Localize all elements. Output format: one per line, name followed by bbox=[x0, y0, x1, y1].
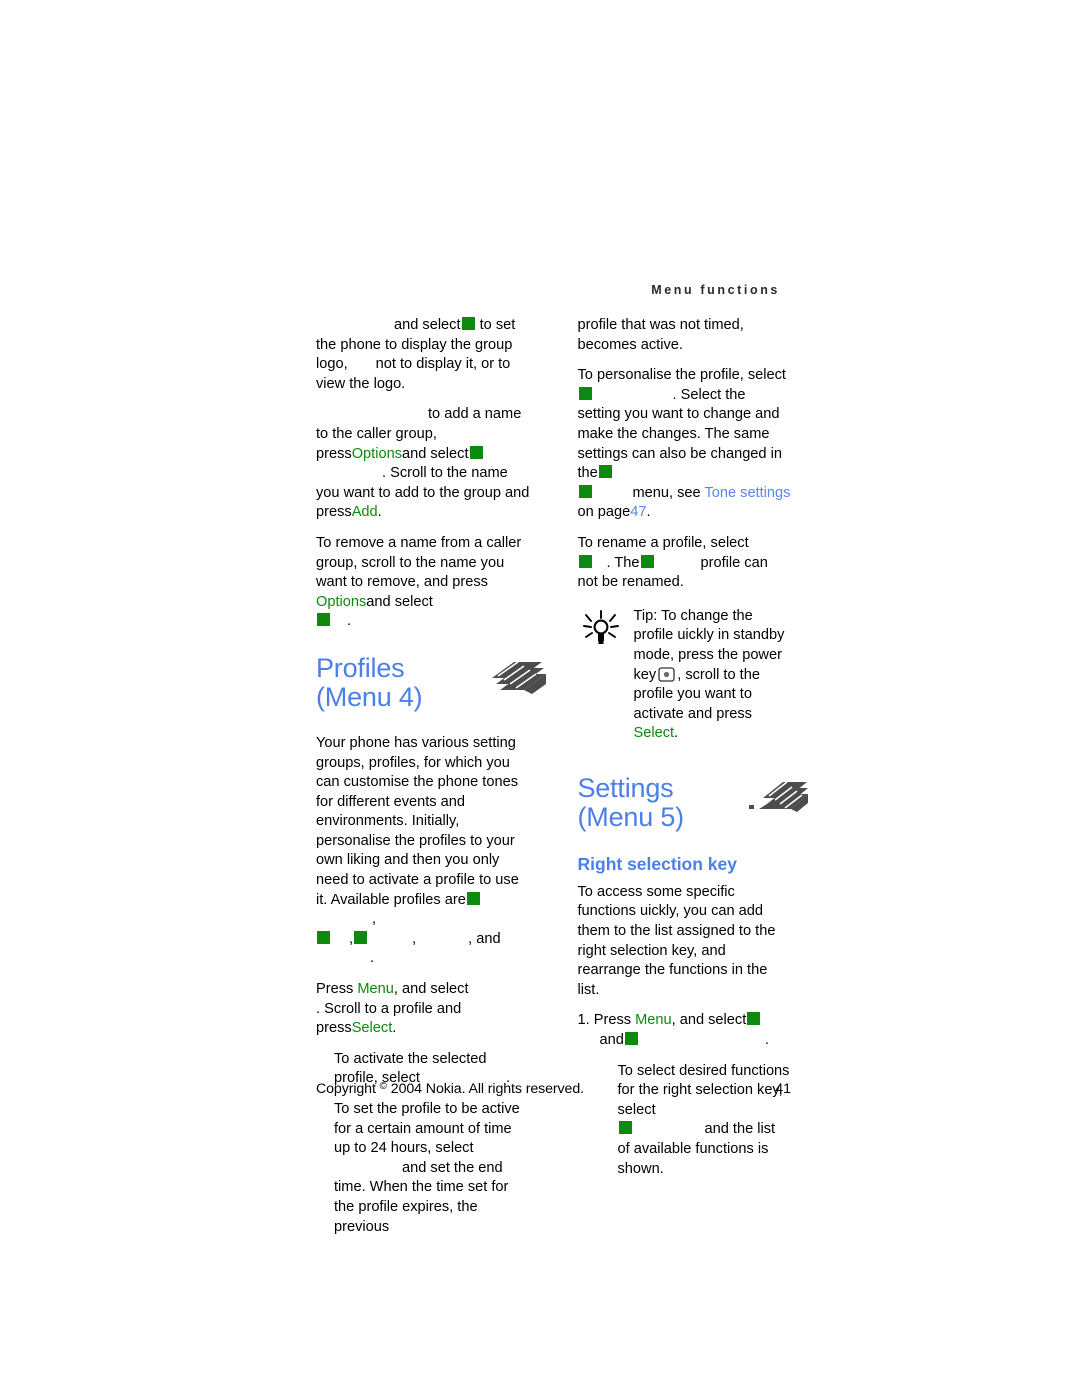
paragraph-add-name: to add a name to the caller group, press… bbox=[316, 406, 530, 521]
missing-glyph bbox=[317, 930, 330, 944]
paragraph-group-logo: and select to set the phone to display t… bbox=[316, 317, 516, 392]
softkey-label-options[interactable]: Options bbox=[352, 446, 402, 462]
section-settings: Settings (Menu 5) bbox=[578, 773, 808, 836]
two-column-body: and select to set the phone to display t… bbox=[316, 316, 808, 1248]
missing-glyph bbox=[466, 891, 480, 905]
missing-glyph bbox=[640, 554, 654, 568]
softkey-label-options[interactable]: Options bbox=[316, 594, 366, 610]
paragraph-profiles-intro: Your phone has various setting groups, p… bbox=[316, 734, 519, 967]
copyright-notice: Copyright © 2004 Nokia. All rights reser… bbox=[316, 1081, 584, 1097]
bullet-select-functions: To select desired functions for the righ… bbox=[617, 1062, 790, 1177]
bullet-timed-profile: To set the profile to be active for a ce… bbox=[334, 1101, 520, 1235]
power-key-icon bbox=[658, 666, 675, 682]
page-footer: Copyright © 2004 Nokia. All rights reser… bbox=[316, 1081, 791, 1097]
missing-glyph bbox=[747, 1012, 761, 1026]
running-head: Menu functions bbox=[651, 283, 780, 297]
tip-callout: Tip: To change the profile uickly in sta… bbox=[578, 607, 792, 744]
missing-glyph bbox=[461, 317, 475, 330]
missing-glyph bbox=[578, 484, 592, 498]
missing-glyph bbox=[469, 445, 483, 459]
paragraph-profile-continued: profile that was not timed, becomes acti… bbox=[577, 317, 744, 353]
paragraph-rename-profile: To rename a profile, select . The profile… bbox=[577, 534, 768, 591]
paragraph-right-selection-intro: To access some specific functions uickly… bbox=[577, 883, 776, 998]
softkey-label-select[interactable]: Select bbox=[634, 725, 675, 741]
page-number: 41 bbox=[775, 1081, 791, 1097]
tip-text: Tip: To change the profile uickly in sta… bbox=[633, 607, 785, 742]
softkey-label-menu[interactable]: Menu bbox=[357, 981, 394, 997]
section-profiles: Profiles (Menu 4) bbox=[316, 653, 546, 716]
paragraph-remove-name: To remove a name from a caller group, sc… bbox=[316, 534, 522, 630]
missing-glyph bbox=[624, 1032, 638, 1046]
softkey-label-select[interactable]: Select bbox=[352, 1020, 393, 1036]
subheading-right-selection-key: Right selection key bbox=[577, 853, 738, 874]
missing-glyph bbox=[578, 554, 592, 568]
document-page: Menu functions and select to set the pho… bbox=[0, 0, 1080, 1397]
paragraph-personalise-profile: To personalise the profile, select . Sel… bbox=[577, 367, 791, 521]
softkey-label-menu[interactable]: Menu bbox=[635, 1012, 672, 1028]
right-column: profile that was not timed, becomes acti… bbox=[577, 316, 808, 1190]
layered-stack-icon bbox=[491, 661, 546, 694]
paragraph-press-menu: Press Menu, and select. Scroll to a prof… bbox=[316, 981, 469, 1037]
missing-glyph bbox=[598, 465, 612, 479]
missing-glyph bbox=[578, 386, 592, 400]
missing-glyph bbox=[618, 1121, 632, 1135]
lightbulb-icon bbox=[582, 609, 619, 644]
missing-glyph bbox=[317, 613, 330, 627]
cross-reference-link[interactable]: Tone settings bbox=[704, 485, 790, 501]
page-reference-link[interactable]: 47 bbox=[630, 504, 646, 520]
left-column: and select to set the phone to display t… bbox=[316, 316, 546, 1248]
layered-stack-icon bbox=[749, 781, 808, 812]
softkey-label-add[interactable]: Add bbox=[352, 504, 378, 520]
step-1: 1. Press Menu, and select and. bbox=[577, 1012, 769, 1049]
missing-glyph bbox=[354, 930, 368, 944]
